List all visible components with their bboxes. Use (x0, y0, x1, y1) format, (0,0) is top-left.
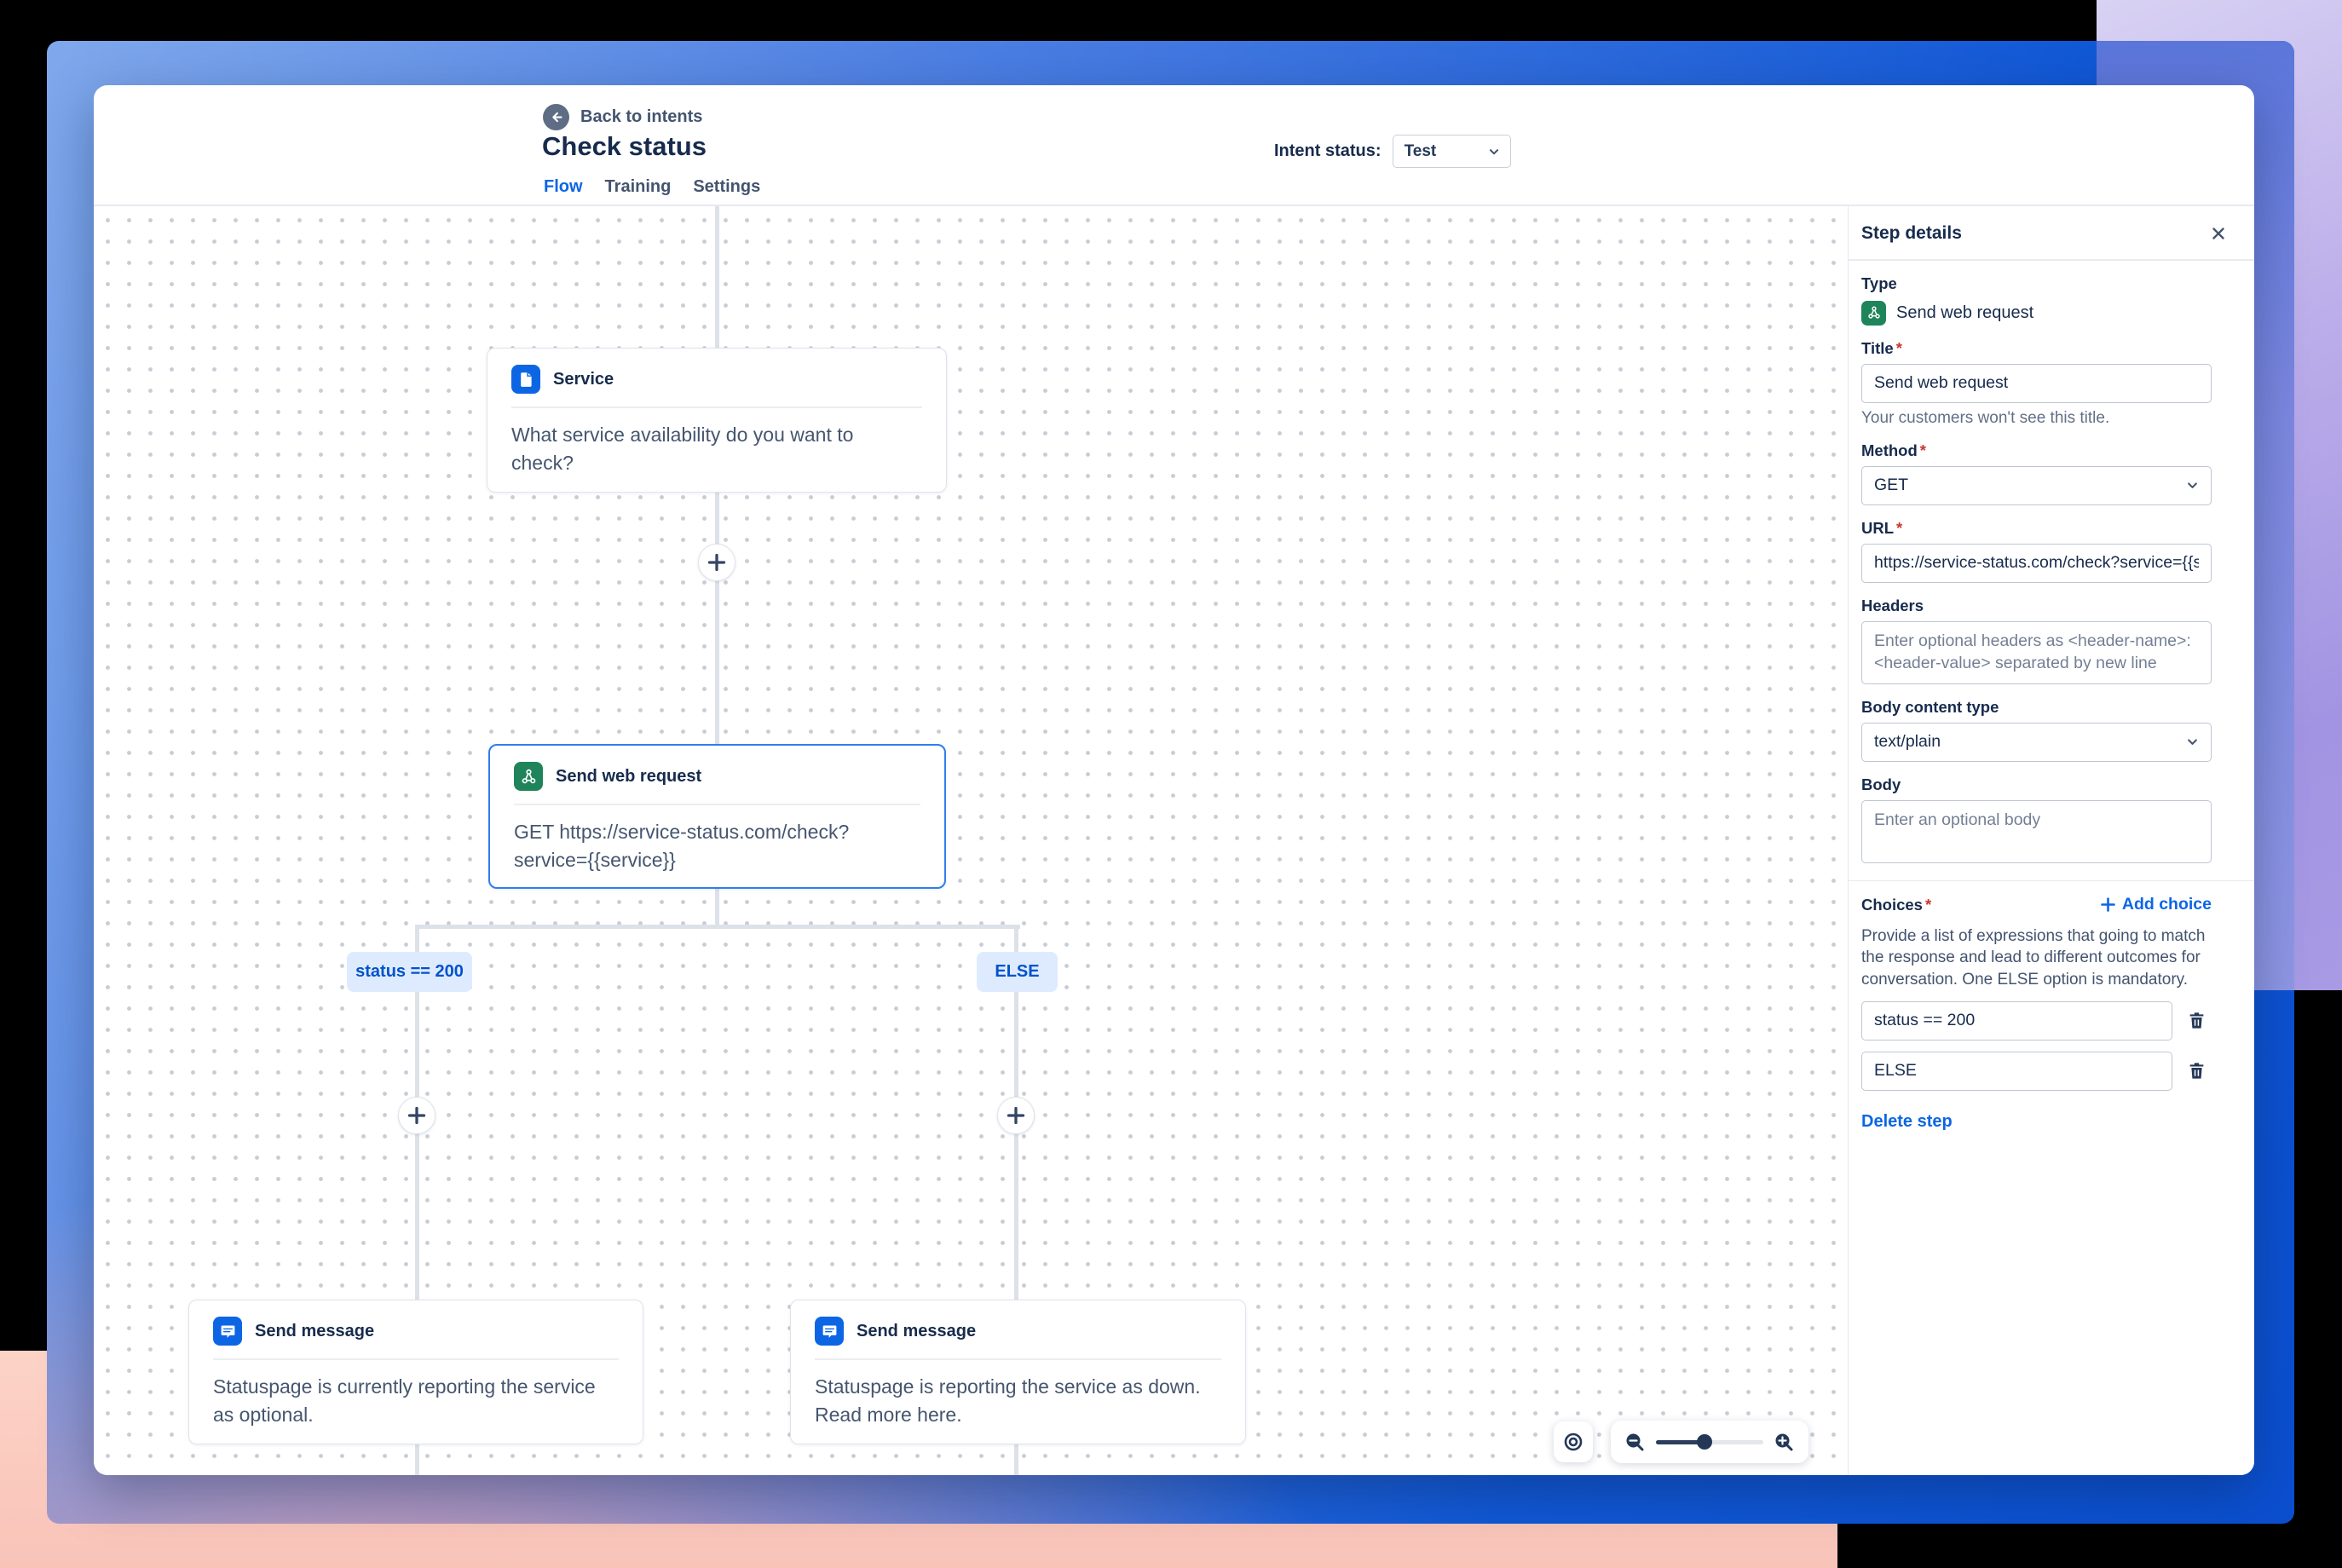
delete-choice-button[interactable] (2187, 1061, 2206, 1081)
intent-status-row: Intent status: Test (1274, 135, 1511, 168)
intent-status-value: Test (1404, 141, 1437, 160)
connector-line (715, 493, 719, 744)
method-field-label: Method * (1861, 441, 1926, 459)
headers-field-label: Headers (1861, 596, 1924, 614)
required-asterisk: * (1919, 441, 1926, 459)
add-step-button[interactable] (398, 1097, 436, 1134)
node-title: Send web request (556, 766, 702, 786)
tab-flow[interactable]: Flow (544, 177, 583, 207)
tab-settings[interactable]: Settings (693, 177, 760, 207)
required-asterisk: * (1895, 338, 1902, 357)
flow-canvas[interactable]: Service What service availability do you… (94, 206, 1848, 1475)
flow-node-service[interactable]: Service What service availability do you… (487, 348, 947, 493)
intent-status-label: Intent status: (1274, 141, 1382, 160)
choice-input-2[interactable] (1861, 1051, 2172, 1091)
body-content-type-label: Body content type (1861, 697, 1999, 716)
body-textarea[interactable] (1861, 799, 2212, 863)
title-field-label: Title * (1861, 338, 1902, 357)
url-input[interactable] (1861, 543, 2212, 583)
panel-divider (1849, 879, 2254, 882)
step-details-panel: Step details Type Send web request Title… (1848, 206, 2254, 1475)
title-input[interactable] (1861, 363, 2212, 403)
required-asterisk: * (1896, 518, 1903, 537)
target-icon (1564, 1433, 1583, 1451)
node-title: Send message (255, 1321, 375, 1340)
intent-status-select[interactable]: Test (1392, 135, 1511, 168)
connector-branch-line (415, 925, 1020, 929)
title-helper-text: Your customers won't see this title. (1861, 408, 2110, 427)
message-icon (815, 1317, 844, 1346)
choice-input-1[interactable] (1861, 1000, 2172, 1041)
trash-icon (2189, 1012, 2204, 1029)
url-field-label: URL * (1861, 518, 1903, 537)
recenter-button[interactable] (1554, 1421, 1593, 1462)
body-content-type-value: text/plain (1874, 732, 1941, 752)
type-label: Type (1861, 274, 1897, 292)
required-asterisk: * (1924, 895, 1932, 914)
flow-node-send-message-left[interactable]: Send message Statuspage is currently rep… (188, 1300, 643, 1444)
choices-label: Choices * (1861, 895, 1932, 914)
method-value: GET (1874, 476, 1909, 495)
document-icon (511, 365, 540, 394)
chevron-down-icon (1489, 148, 1498, 154)
connector-line (715, 889, 719, 926)
node-body-text: Statuspage is currently reporting the se… (213, 1375, 596, 1426)
flow-node-send-message-right[interactable]: Send message Statuspage is reporting the… (790, 1300, 1246, 1444)
plus-icon (1007, 1106, 1025, 1125)
zoom-in-icon (1775, 1433, 1793, 1450)
zoom-toolbar (1611, 1421, 1808, 1463)
delete-step-button[interactable]: Delete step (1861, 1112, 2212, 1132)
zoom-in-button[interactable] (1774, 1432, 1795, 1453)
choice-row (1861, 1000, 2212, 1041)
body-content-type-select[interactable]: text/plain (1861, 722, 2212, 762)
connector-line (1014, 1444, 1018, 1475)
chevron-down-icon (2188, 739, 2197, 745)
close-panel-button[interactable] (2210, 225, 2227, 242)
branch-chip-status-200[interactable]: status == 200 (347, 952, 472, 992)
type-value: Send web request (1896, 303, 2034, 322)
delete-choice-button[interactable] (2187, 1011, 2206, 1030)
back-arrow-icon (543, 104, 569, 130)
connector-line (715, 206, 719, 348)
panel-divider (1849, 259, 2254, 261)
page-title: Check status (542, 131, 707, 161)
branch-chip-else[interactable]: ELSE (977, 952, 1058, 992)
panel-title: Step details (1861, 223, 1962, 243)
flow-node-send-web-request[interactable]: Send web request GET https://service-sta… (488, 744, 946, 889)
plus-icon (707, 553, 726, 572)
node-body-text: What service availability do you want to… (511, 423, 854, 474)
zoom-slider[interactable] (1656, 1434, 1763, 1450)
zoom-out-button[interactable] (1624, 1432, 1646, 1453)
connector-line (415, 1444, 419, 1475)
plus-icon (2101, 897, 2115, 912)
add-choice-button[interactable]: Add choice (2101, 895, 2212, 914)
web-request-icon (1861, 300, 1886, 326)
choice-row (1861, 1051, 2212, 1091)
back-label: Back to intents (580, 107, 703, 126)
method-select[interactable]: GET (1861, 465, 2212, 505)
add-step-button[interactable] (997, 1097, 1035, 1134)
trash-icon (2189, 1063, 2204, 1080)
web-request-icon (514, 762, 543, 791)
screenshot-stage: Back to intents Check status Flow Traini… (0, 0, 2342, 1568)
back-to-intents-link[interactable]: Back to intents (543, 104, 702, 130)
node-title: Send message (857, 1321, 977, 1340)
node-body-text: Statuspage is reporting the service as d… (815, 1375, 1201, 1426)
tab-bar: Flow Training Settings (544, 177, 760, 207)
node-title: Service (553, 369, 614, 389)
headers-textarea[interactable] (1861, 620, 2212, 684)
node-body-text: GET https://service-status.com/check?ser… (514, 820, 850, 871)
close-icon (2212, 228, 2224, 239)
zoom-out-icon (1626, 1433, 1644, 1450)
body-field-label: Body (1861, 775, 1901, 793)
plus-icon (407, 1106, 426, 1125)
choices-description: Provide a list of expressions that going… (1861, 927, 2206, 989)
zoom-slider-thumb[interactable] (1696, 1434, 1712, 1450)
app-window: Back to intents Check status Flow Traini… (94, 85, 2254, 1475)
message-icon (213, 1317, 242, 1346)
tab-training[interactable]: Training (605, 177, 672, 207)
chevron-down-icon (2188, 482, 2197, 488)
add-step-button[interactable] (698, 544, 735, 581)
